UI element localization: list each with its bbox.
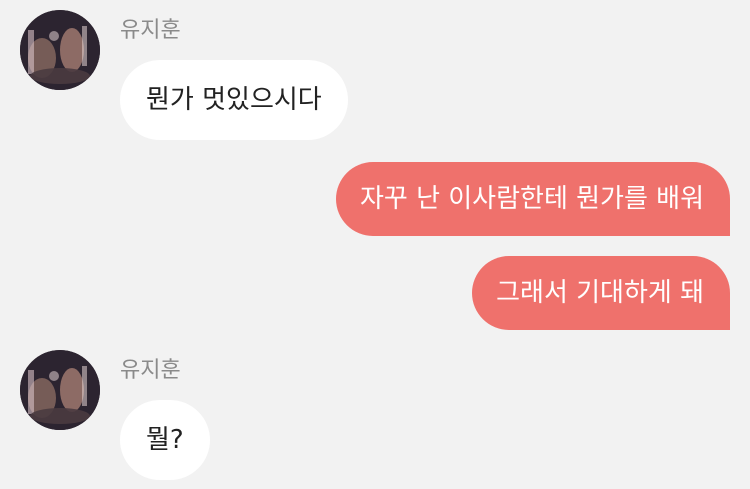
message-text: 자꾸 난 이사람한테 뭔가를 배워: [359, 184, 704, 214]
message-bubble-incoming[interactable]: 뭔가 멋있으시다: [120, 60, 348, 140]
message-bubble-incoming[interactable]: 뭘?: [120, 400, 210, 480]
message-bubble-outgoing[interactable]: 자꾸 난 이사람한테 뭔가를 배워: [335, 162, 730, 236]
message-text: 뭘?: [146, 425, 184, 455]
avatar[interactable]: [20, 350, 100, 430]
message-bubble-outgoing[interactable]: 그래서 기대하게 돼: [472, 256, 730, 330]
message-text: 그래서 기대하게 돼: [496, 278, 704, 308]
sender-name: 유지훈: [120, 358, 181, 383]
avatar[interactable]: [20, 10, 100, 90]
sender-name: 유지훈: [120, 18, 181, 43]
message-text: 뭔가 멋있으시다: [146, 85, 322, 115]
